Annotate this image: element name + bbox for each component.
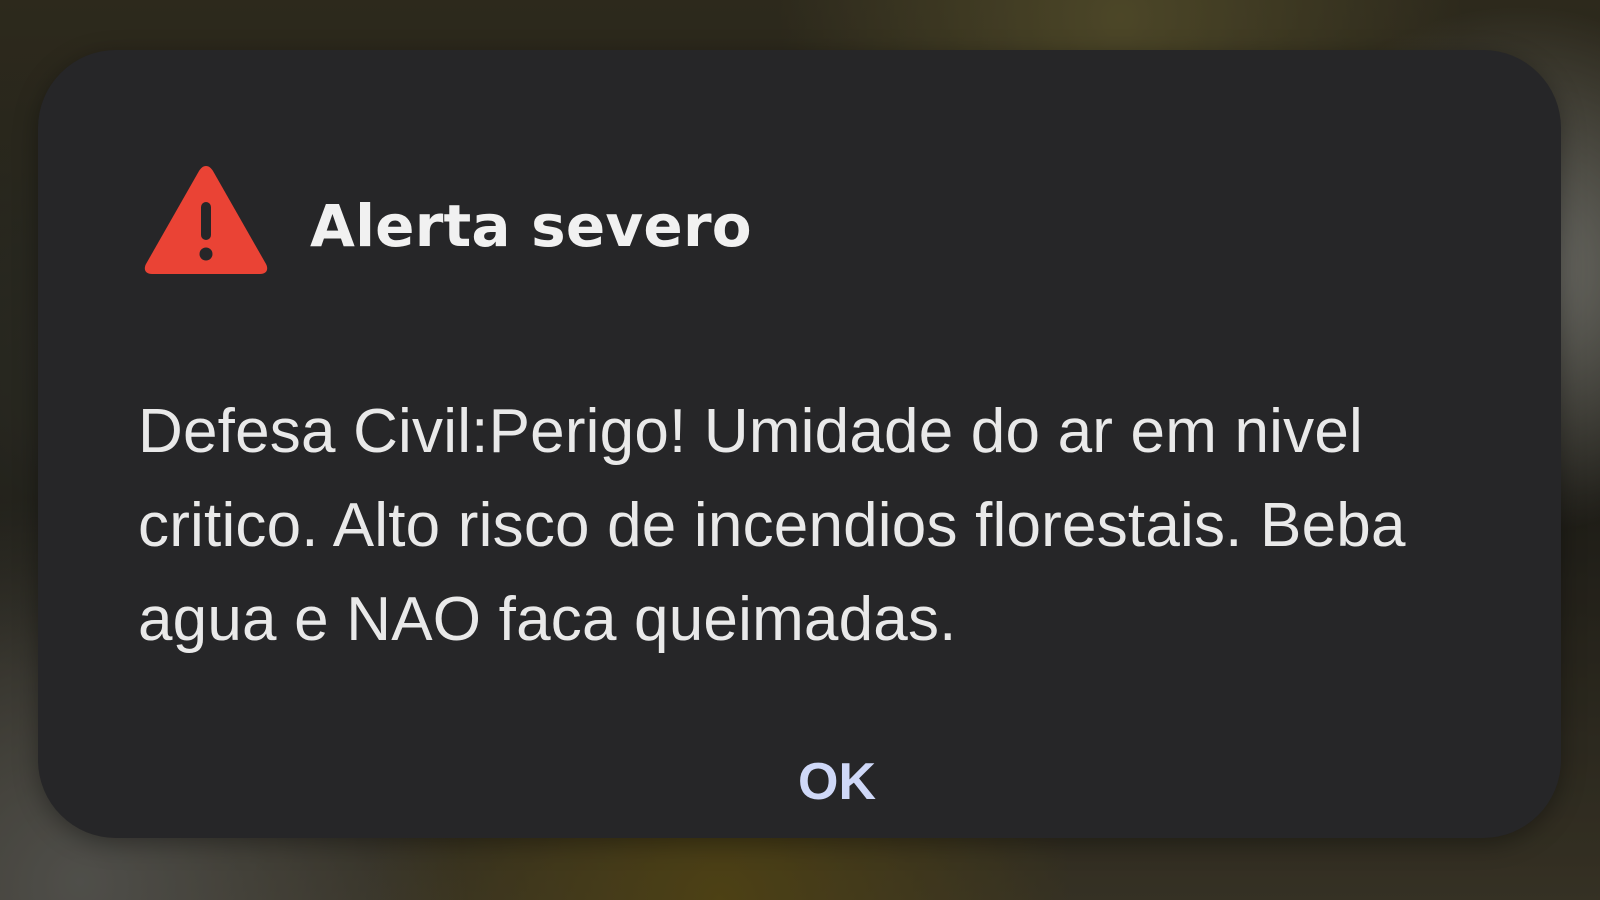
warning-triangle-icon [144,166,268,274]
alert-message: Defesa Civil:Perigo! Umidade do ar em ni… [138,397,1406,654]
emergency-alert-dialog: Alerta severo Defesa Civil:Perigo! Umida… [38,50,1561,838]
ok-button[interactable]: OK [773,740,901,824]
alert-title: Alerta severo [310,192,752,260]
